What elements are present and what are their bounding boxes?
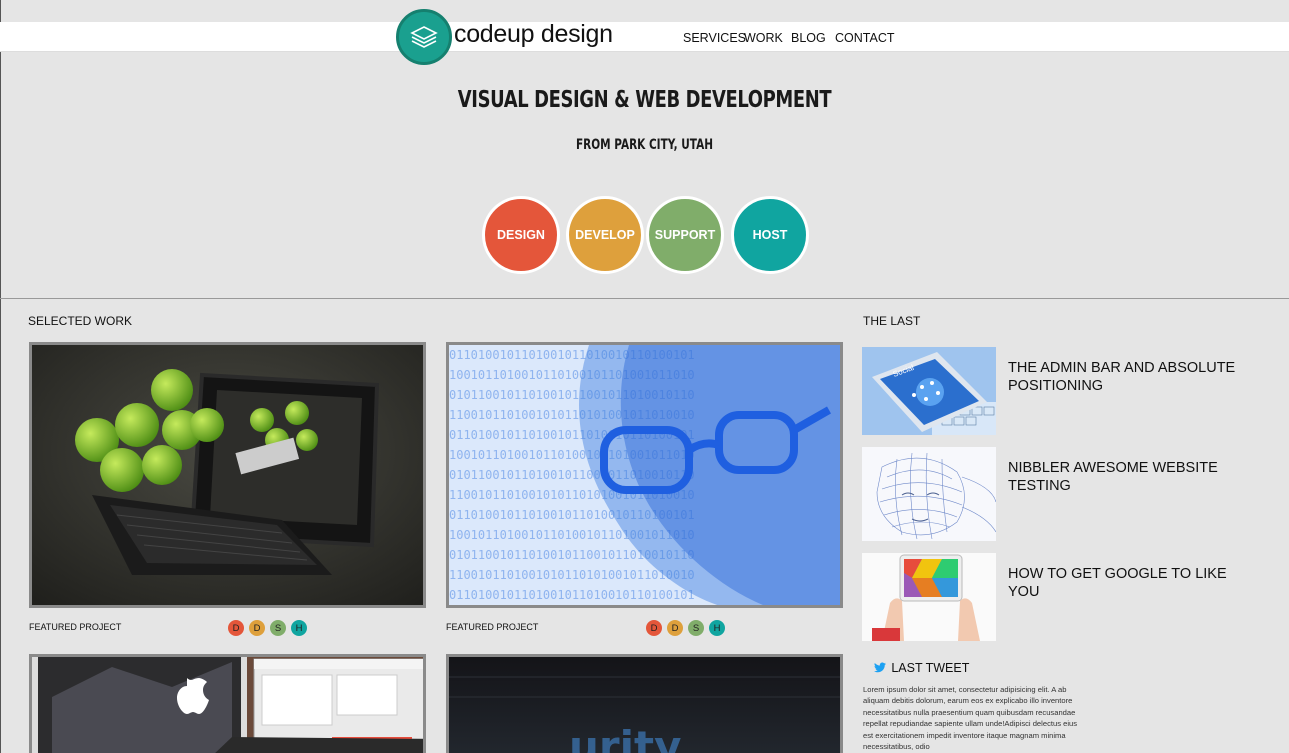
featured-project-label: FEATURED PROJECT [29,622,122,632]
service-support-button[interactable]: SUPPORT [646,196,724,274]
last-tweet-heading: LAST TWEET [874,661,969,675]
wireframe-face-image [862,447,996,541]
service-design-button[interactable]: DESIGN [482,196,560,274]
svg-text:011010010110100101101001011010: 0110100101101001011010010110100101 [449,588,695,602]
post-thumb-wireframe-face[interactable] [862,447,996,541]
post-thumb-tablet-colors[interactable] [862,553,996,641]
post-title[interactable]: THE ADMIN BAR AND ABSOLUTE POSITIONING [1008,359,1258,395]
page-left-border [0,0,1,753]
badge-design: D [646,620,662,636]
layers-icon [410,26,438,48]
nav-services[interactable]: SERVICES [683,31,746,45]
logo-text[interactable]: codeup design [454,20,613,49]
work-card-security[interactable]: urity [446,654,843,753]
nav-contact[interactable]: CONTACT [835,31,895,45]
featured-project-label: FEATURED PROJECT [446,622,539,632]
service-develop-button[interactable]: DEVELOP [566,196,644,274]
twitter-bird-icon [874,661,889,675]
badge-develop: D [667,620,683,636]
header-bar [0,22,1289,52]
binary-face-image: 0110100101101001011010010110100101 10010… [449,345,840,605]
badge-develop: D [249,620,265,636]
work-card-devices[interactable] [29,654,426,753]
svg-text:urity: urity [569,722,681,753]
nav-blog[interactable]: BLOG [791,31,826,45]
hero-subtitle: FROM PARK CITY, UTAH [575,137,714,153]
badge-host: H [291,620,307,636]
tablet-colors-image [862,553,996,641]
badge-host: H [709,620,725,636]
logo-mark[interactable] [396,9,452,65]
the-last-heading: THE LAST [863,314,921,328]
hero-title: VISUAL DESIGN & WEB DEVELOPMENT [457,87,832,113]
devices-image [32,657,423,753]
post-thumb-social-phone[interactable]: Social [862,347,996,435]
badge-support: S [688,620,704,636]
service-host-button[interactable]: HOST [731,196,809,274]
svg-text:110010110100101011010100101101: 1100101101001010110101001011010010 [449,568,695,582]
tweet-text: Lorem ipsum dolor sit amet, consectetur … [863,685,1078,752]
nav-work[interactable]: WORK [744,31,783,45]
work-card-binary[interactable]: 0110100101101001011010010110100101 10010… [446,342,843,608]
tablet-apples-image [32,345,423,605]
work-card-tablet[interactable] [29,342,426,608]
social-phone-image: Social [862,347,996,435]
security-screen-image: urity [449,657,840,753]
badge-support: S [270,620,286,636]
post-title[interactable]: HOW TO GET GOOGLE TO LIKE YOU [1008,565,1258,601]
selected-work-heading: SELECTED WORK [28,314,133,328]
badge-design: D [228,620,244,636]
post-title[interactable]: NIBBLER AWESOME WEBSITE TESTING [1008,459,1258,495]
last-tweet-label: LAST TWEET [891,661,970,675]
section-divider [0,298,1289,299]
